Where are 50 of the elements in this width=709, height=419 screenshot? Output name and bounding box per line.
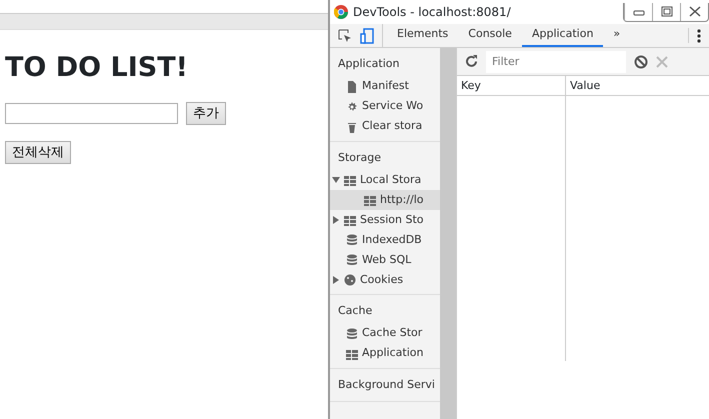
collapse-arrow-icon[interactable] <box>332 176 340 184</box>
grid-icon <box>364 194 376 206</box>
panel-tab[interactable]: Console <box>458 24 522 47</box>
sidebar-item[interactable]: Cache Stor <box>330 324 440 344</box>
grid-icon <box>344 174 356 186</box>
device-icon <box>360 28 374 44</box>
expand-arrow-icon[interactable] <box>332 216 340 224</box>
window-title: DevTools - localhost:8081/ <box>353 4 511 21</box>
sidebar-item[interactable]: Manifest <box>330 76 440 96</box>
refresh-icon <box>465 55 478 68</box>
block-icon <box>634 54 648 68</box>
sidebar-item[interactable]: Clear stora <box>330 116 440 136</box>
section-title: Cache <box>337 303 374 319</box>
close-icon <box>656 56 668 68</box>
database-icon <box>346 254 358 266</box>
column-header: Key <box>460 78 482 94</box>
todo-input-field[interactable] <box>5 103 178 124</box>
maximize-icon <box>660 5 674 18</box>
more-tabs-button[interactable]: » <box>603 24 630 47</box>
section-title: Background Servi <box>337 376 436 392</box>
grid-icon <box>346 348 358 360</box>
sidebar-item[interactable]: Local Stora <box>330 170 440 190</box>
close-icon <box>688 5 702 18</box>
filter-field[interactable]: Filter <box>486 50 626 72</box>
add-button[interactable]: 추가 <box>186 102 226 126</box>
section-title: Application <box>337 56 400 72</box>
menu-icon <box>697 28 701 42</box>
trash-icon <box>346 120 358 132</box>
browser-logo-icon <box>334 5 348 19</box>
column-header: Value <box>565 76 709 95</box>
gear-icon <box>346 100 358 112</box>
database-icon <box>346 234 358 246</box>
inspect-icon <box>338 28 352 42</box>
sidebar-item[interactable]: http://lo <box>330 190 440 210</box>
sidebar-item[interactable]: Service Wo <box>330 96 440 116</box>
scrollbar[interactable] <box>440 48 456 419</box>
section-title: Storage <box>337 150 382 166</box>
expand-arrow-icon[interactable] <box>332 276 340 284</box>
cookie-icon <box>344 274 356 286</box>
grid-icon <box>344 214 356 226</box>
sidebar-item[interactable]: Session Sto <box>330 210 440 230</box>
sidebar-item[interactable]: Cookies <box>330 270 440 290</box>
database-icon <box>346 328 358 340</box>
sidebar-item[interactable]: IndexedDB <box>330 230 440 250</box>
file-icon <box>346 80 358 92</box>
sidebar-item[interactable]: Application <box>330 344 440 364</box>
page-heading: TO DO LIST! <box>5 52 189 84</box>
sidebar-item[interactable]: Web SQL <box>330 250 440 270</box>
clear-all-button[interactable]: 전체삭제 <box>5 141 71 164</box>
panel-tab[interactable]: Elements <box>387 24 458 47</box>
